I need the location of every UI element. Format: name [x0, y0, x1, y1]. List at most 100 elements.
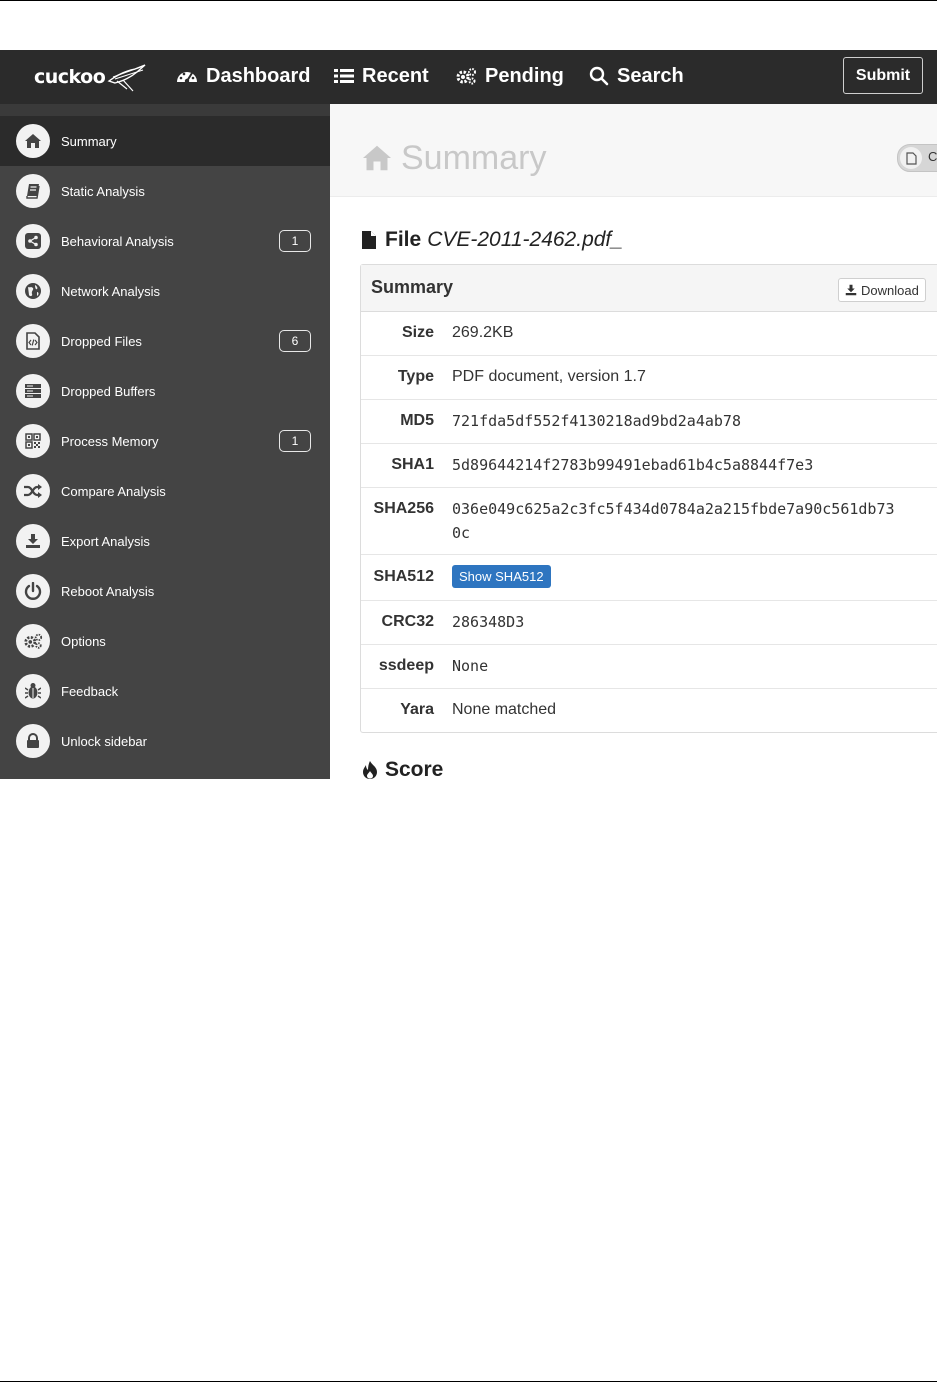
sidebar-item-label: Export Analysis: [61, 533, 150, 549]
sidebar-item-label: Dropped Buffers: [61, 383, 156, 399]
sidebar-item-compare-analysis[interactable]: Compare Analysis: [0, 466, 330, 516]
sidebar-item-dropped-buffers[interactable]: Dropped Buffers: [0, 366, 330, 416]
table-row-ssdeep: ssdeep None: [361, 645, 937, 689]
sidebar-item-label: Feedback: [61, 683, 119, 699]
nav-dashboard[interactable]: Dashboard: [176, 62, 310, 90]
row-key: SHA512: [373, 568, 434, 585]
cuckoo-bird-icon: [107, 64, 146, 92]
sidebar-item-static-analysis[interactable]: Static Analysis: [0, 166, 330, 216]
main-content: Summary C File CVE-2011-2462.pdf_ Summar…: [330, 104, 937, 779]
view-toggle[interactable]: C: [897, 144, 937, 172]
download-icon: [845, 284, 857, 296]
sidebar-item-unlock-sidebar[interactable]: Unlock sidebar: [0, 716, 330, 766]
sidebar-item-summary[interactable]: Summary: [0, 116, 330, 166]
top-navbar: cuckoo Dashboard Recent Pending Search S…: [0, 50, 937, 104]
server-icon: [16, 374, 50, 408]
sidebar-item-network-analysis[interactable]: Network Analysis: [0, 266, 330, 316]
row-key: ssdeep: [378, 657, 434, 674]
download-button[interactable]: Download: [838, 278, 926, 302]
sidebar-item-label: Network Analysis: [61, 283, 160, 299]
sidebar-item-options[interactable]: Options: [0, 616, 330, 666]
lock-icon: [16, 724, 50, 758]
bug-icon: [16, 674, 50, 708]
sidebar-item-dropped-files[interactable]: Dropped Files 6: [0, 316, 330, 366]
sidebar-item-label: Compare Analysis: [61, 483, 166, 499]
globe-icon: [16, 274, 50, 308]
row-value: None matched: [452, 701, 557, 718]
app-window: cuckoo Dashboard Recent Pending Search S…: [0, 50, 937, 779]
file-code-icon: [16, 324, 50, 358]
search-icon: [589, 66, 609, 86]
dashboard-icon: [176, 67, 198, 85]
file-icon: [361, 230, 377, 250]
panel-heading: Summary Download: [361, 265, 937, 312]
count-badge: 1: [279, 430, 311, 452]
page-header: Summary C: [330, 104, 937, 197]
count-badge: 6: [279, 330, 311, 352]
nav-search-label: Search: [617, 64, 684, 87]
file-label: File: [385, 228, 422, 251]
row-key: Type: [397, 368, 434, 385]
sidebar-item-behavioral-analysis[interactable]: Behavioral Analysis 1: [0, 216, 330, 266]
power-icon: [16, 574, 50, 608]
nav-search[interactable]: Search: [589, 62, 684, 90]
row-key: MD5: [400, 412, 434, 429]
table-row-md5: MD5 721fda5df552f4130218ad9bd2a4ab78: [361, 400, 937, 444]
row-key: SHA256: [373, 500, 434, 517]
book-icon: [16, 174, 50, 208]
table-row-type: Type PDF document, version 1.7: [361, 356, 937, 400]
score-label: Score: [385, 758, 444, 779]
sidebar-item-label: Options: [61, 633, 106, 649]
table-row-sha512: SHA512 Show SHA512: [361, 555, 937, 601]
sidebar-item-label: Summary: [61, 133, 117, 149]
home-icon: [16, 124, 50, 158]
panel-title: Summary: [371, 277, 454, 297]
summary-panel: Summary Download Size 269.2KB Type PDF d…: [360, 264, 937, 733]
gears-icon: [455, 67, 477, 85]
brand-text: cuckoo: [34, 66, 106, 88]
row-value: 286348D3: [452, 613, 525, 631]
sidebar-item-export-analysis[interactable]: Export Analysis: [0, 516, 330, 566]
sidebar-item-reboot-analysis[interactable]: Reboot Analysis: [0, 566, 330, 616]
sidebar-item-process-memory[interactable]: Process Memory 1: [0, 416, 330, 466]
nav-pending[interactable]: Pending: [455, 62, 564, 90]
page-title-text: Summary: [401, 138, 547, 177]
count-badge: 1: [279, 230, 311, 252]
table-row-crc32: CRC32 286348D3: [361, 601, 937, 645]
row-value: 5d89644214f2783b99491ebad61b4c5a8844f7e3: [452, 456, 814, 474]
sidebar-item-label: Process Memory: [61, 433, 159, 449]
row-key: Size: [401, 324, 434, 341]
sidebar-item-label: Behavioral Analysis: [61, 233, 174, 249]
row-value: 269.2KB: [452, 324, 514, 341]
page-title: Summary: [361, 138, 546, 178]
row-key: SHA1: [391, 456, 434, 473]
top-rule: [0, 0, 937, 1]
table-row-sha1: SHA1 5d89644214f2783b99491ebad61b4c5a884…: [361, 444, 937, 488]
nav-pending-label: Pending: [485, 64, 564, 87]
sidebar-item-feedback[interactable]: Feedback: [0, 666, 330, 716]
submit-button[interactable]: Submit: [843, 57, 923, 94]
row-key: Yara: [400, 701, 434, 718]
shuffle-icon: [16, 474, 50, 508]
sidebar-item-label: Reboot Analysis: [61, 583, 155, 599]
sidebar-item-label: Static Analysis: [61, 183, 145, 199]
nav-recent[interactable]: Recent: [334, 62, 429, 90]
fire-icon: [361, 760, 379, 779]
brand-logo[interactable]: cuckoo: [34, 60, 147, 94]
score-heading: Score: [361, 758, 443, 779]
list-icon: [334, 68, 354, 84]
view-toggle-text: C: [928, 149, 937, 164]
sidebar-item-label: Dropped Files: [61, 333, 142, 349]
file-heading: File CVE-2011-2462.pdf_: [361, 228, 623, 252]
download-label: Download: [861, 282, 919, 298]
table-row-sha256: SHA256 036e049c625a2c3fc5f434d0784a2a215…: [361, 488, 937, 555]
sidebar-item-label: Unlock sidebar: [61, 733, 147, 749]
row-value: None: [452, 657, 489, 675]
row-value-line-1: 036e049c625a2c3fc5f434d0784a2a215fbde7a9…: [452, 500, 895, 518]
show-sha512-button[interactable]: Show SHA512: [452, 565, 551, 588]
nav-recent-label: Recent: [362, 64, 429, 87]
row-key: CRC32: [381, 613, 434, 630]
home-icon: [361, 144, 393, 172]
sidebar: Summary Static Analysis Behavioral Analy…: [0, 104, 330, 779]
nav-dashboard-label: Dashboard: [206, 64, 311, 87]
